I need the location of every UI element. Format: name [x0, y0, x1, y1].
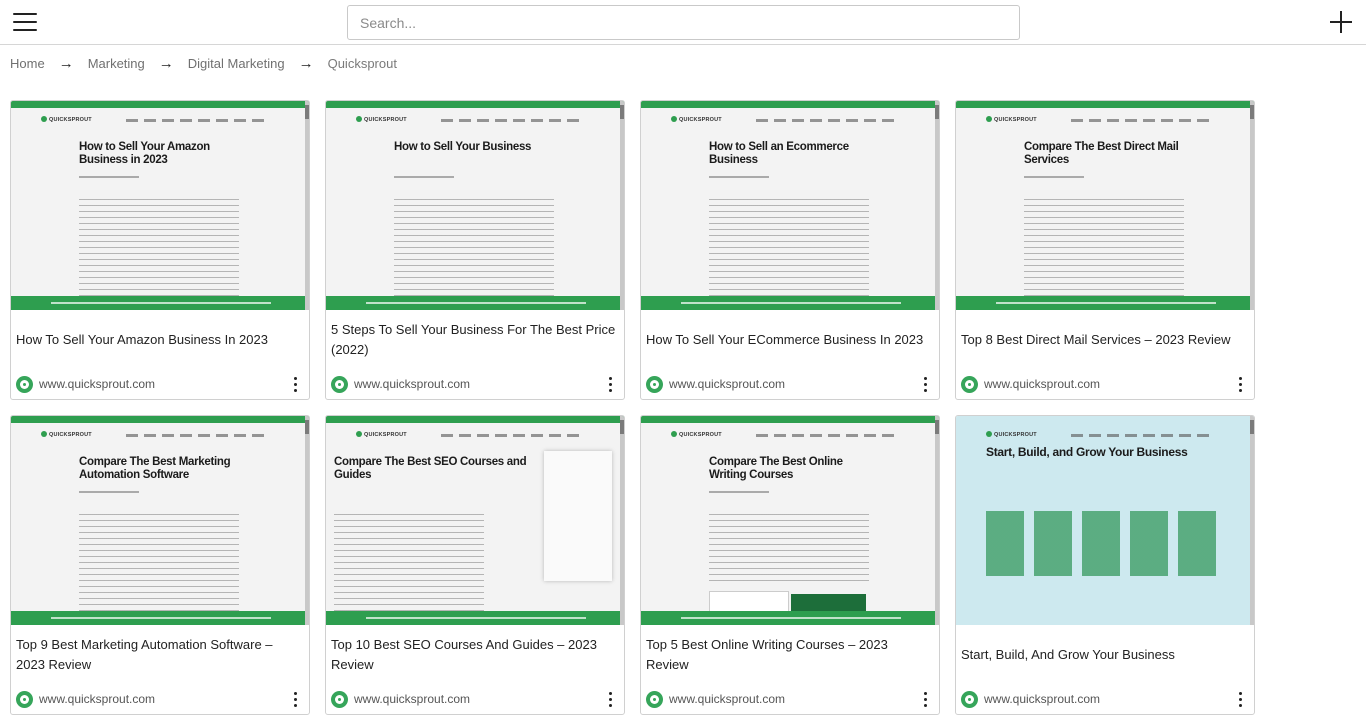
- card-footer: www.quicksprout.com: [331, 375, 619, 393]
- card-footer: www.quicksprout.com: [961, 375, 1249, 393]
- quicksprout-logo: QUICKSPROUT: [986, 431, 1037, 438]
- card-domain: www.quicksprout.com: [984, 692, 1101, 706]
- card-domain: www.quicksprout.com: [39, 692, 156, 706]
- breadcrumb-home[interactable]: Home: [10, 56, 45, 71]
- more-options-icon[interactable]: [1234, 376, 1246, 392]
- thumbnail-heading: Compare The Best Marketing Automation So…: [79, 456, 231, 481]
- plus-icon[interactable]: [1329, 10, 1353, 34]
- card-title[interactable]: Start, Build, And Grow Your Business: [961, 634, 1249, 676]
- card-title[interactable]: How To Sell Your Amazon Business In 2023: [16, 319, 304, 361]
- quicksprout-logo: QUICKSPROUT: [41, 116, 92, 123]
- card-thumbnail: QUICKSPROUT Compare The Best Marketing A…: [11, 416, 309, 625]
- breadcrumb: Home → Marketing → Digital Marketing → Q…: [10, 54, 397, 72]
- thumbnail-heading: Compare The Best Online Writing Courses: [709, 456, 843, 481]
- more-options-icon[interactable]: [919, 691, 931, 707]
- more-options-icon[interactable]: [919, 376, 931, 392]
- card-domain: www.quicksprout.com: [354, 692, 471, 706]
- favicon-icon: [961, 690, 978, 708]
- thumbnail-heading: Compare The Best SEO Courses and Guides: [334, 456, 527, 481]
- more-options-icon[interactable]: [289, 376, 301, 392]
- favicon-icon: [646, 375, 663, 393]
- card-footer: www.quicksprout.com: [16, 375, 304, 393]
- card-thumbnail: QUICKSPROUT Compare The Best Direct Mail…: [956, 101, 1254, 310]
- quicksprout-logo: QUICKSPROUT: [671, 431, 722, 438]
- breadcrumb-digital-marketing[interactable]: Digital Marketing: [188, 56, 285, 71]
- card-footer: www.quicksprout.com: [16, 690, 304, 708]
- bookmark-card[interactable]: QUICKSPROUT Start, Build, and Grow Your …: [955, 415, 1255, 715]
- favicon-icon: [646, 690, 663, 708]
- card-thumbnail: QUICKSPROUT How to Sell Your Business: [326, 101, 624, 310]
- card-thumbnail: QUICKSPROUT Compare The Best Online Writ…: [641, 416, 939, 625]
- card-thumbnail: QUICKSPROUT How to Sell an Ecommerce Bus…: [641, 101, 939, 310]
- bookmark-card[interactable]: QUICKSPROUT Compare The Best Direct Mail…: [955, 100, 1255, 400]
- card-thumbnail: QUICKSPROUT Compare The Best SEO Courses…: [326, 416, 624, 625]
- card-thumbnail: QUICKSPROUT Start, Build, and Grow Your …: [956, 416, 1254, 625]
- arrow-right-icon: →: [298, 54, 314, 72]
- thumbnail-heading: How to Sell Your Amazon Business in 2023: [79, 141, 210, 166]
- bookmark-card[interactable]: QUICKSPROUT Compare The Best Online Writ…: [640, 415, 940, 715]
- quicksprout-logo: QUICKSPROUT: [41, 431, 92, 438]
- card-title[interactable]: Top 5 Best Online Writing Courses – 2023…: [646, 634, 934, 676]
- favicon-icon: [961, 375, 978, 393]
- thumbnail-heading: Start, Build, and Grow Your Business: [986, 445, 1188, 459]
- card-title[interactable]: Top 10 Best SEO Courses And Guides – 202…: [331, 634, 619, 676]
- quicksprout-logo: QUICKSPROUT: [986, 116, 1037, 123]
- favicon-icon: [331, 375, 348, 393]
- card-title[interactable]: 5 Steps To Sell Your Business For The Be…: [331, 319, 619, 361]
- favicon-icon: [16, 690, 33, 708]
- top-bar: [0, 0, 1366, 45]
- card-footer: www.quicksprout.com: [961, 690, 1249, 708]
- card-title[interactable]: Top 8 Best Direct Mail Services – 2023 R…: [961, 319, 1249, 361]
- more-options-icon[interactable]: [604, 376, 616, 392]
- quicksprout-logo: QUICKSPROUT: [356, 116, 407, 123]
- arrow-right-icon: →: [158, 54, 174, 72]
- card-domain: www.quicksprout.com: [669, 692, 786, 706]
- hamburger-menu-icon[interactable]: [13, 11, 37, 33]
- arrow-right-icon: →: [58, 54, 74, 72]
- bookmark-card[interactable]: QUICKSPROUT How to Sell Your Amazon Busi…: [10, 100, 310, 400]
- card-title[interactable]: How To Sell Your ECommerce Business In 2…: [646, 319, 934, 361]
- thumbnail-heading: Compare The Best Direct Mail Services: [1024, 141, 1179, 166]
- card-thumbnail: QUICKSPROUT How to Sell Your Amazon Busi…: [11, 101, 309, 310]
- card-footer: www.quicksprout.com: [646, 690, 934, 708]
- thumbnail-heading: How to Sell an Ecommerce Business: [709, 141, 849, 166]
- bookmark-card[interactable]: QUICKSPROUT How to Sell an Ecommerce Bus…: [640, 100, 940, 400]
- quicksprout-logo: QUICKSPROUT: [356, 431, 407, 438]
- card-domain: www.quicksprout.com: [669, 377, 786, 391]
- card-domain: www.quicksprout.com: [39, 377, 156, 391]
- favicon-icon: [331, 690, 348, 708]
- bookmark-card[interactable]: QUICKSPROUT How to Sell Your Business 5 …: [325, 100, 625, 400]
- card-domain: www.quicksprout.com: [984, 377, 1101, 391]
- quicksprout-logo: QUICKSPROUT: [671, 116, 722, 123]
- more-options-icon[interactable]: [604, 691, 616, 707]
- card-title[interactable]: Top 9 Best Marketing Automation Software…: [16, 634, 304, 676]
- search-input[interactable]: [347, 5, 1020, 40]
- breadcrumb-marketing[interactable]: Marketing: [88, 56, 145, 71]
- more-options-icon[interactable]: [289, 691, 301, 707]
- card-footer: www.quicksprout.com: [331, 690, 619, 708]
- bookmark-card[interactable]: QUICKSPROUT Compare The Best Marketing A…: [10, 415, 310, 715]
- card-domain: www.quicksprout.com: [354, 377, 471, 391]
- breadcrumb-quicksprout: Quicksprout: [327, 55, 397, 71]
- bookmark-card[interactable]: QUICKSPROUT Compare The Best SEO Courses…: [325, 415, 625, 715]
- thumbnail-heading: How to Sell Your Business: [394, 141, 532, 153]
- more-options-icon[interactable]: [1234, 691, 1246, 707]
- favicon-icon: [16, 375, 33, 393]
- card-footer: www.quicksprout.com: [646, 375, 934, 393]
